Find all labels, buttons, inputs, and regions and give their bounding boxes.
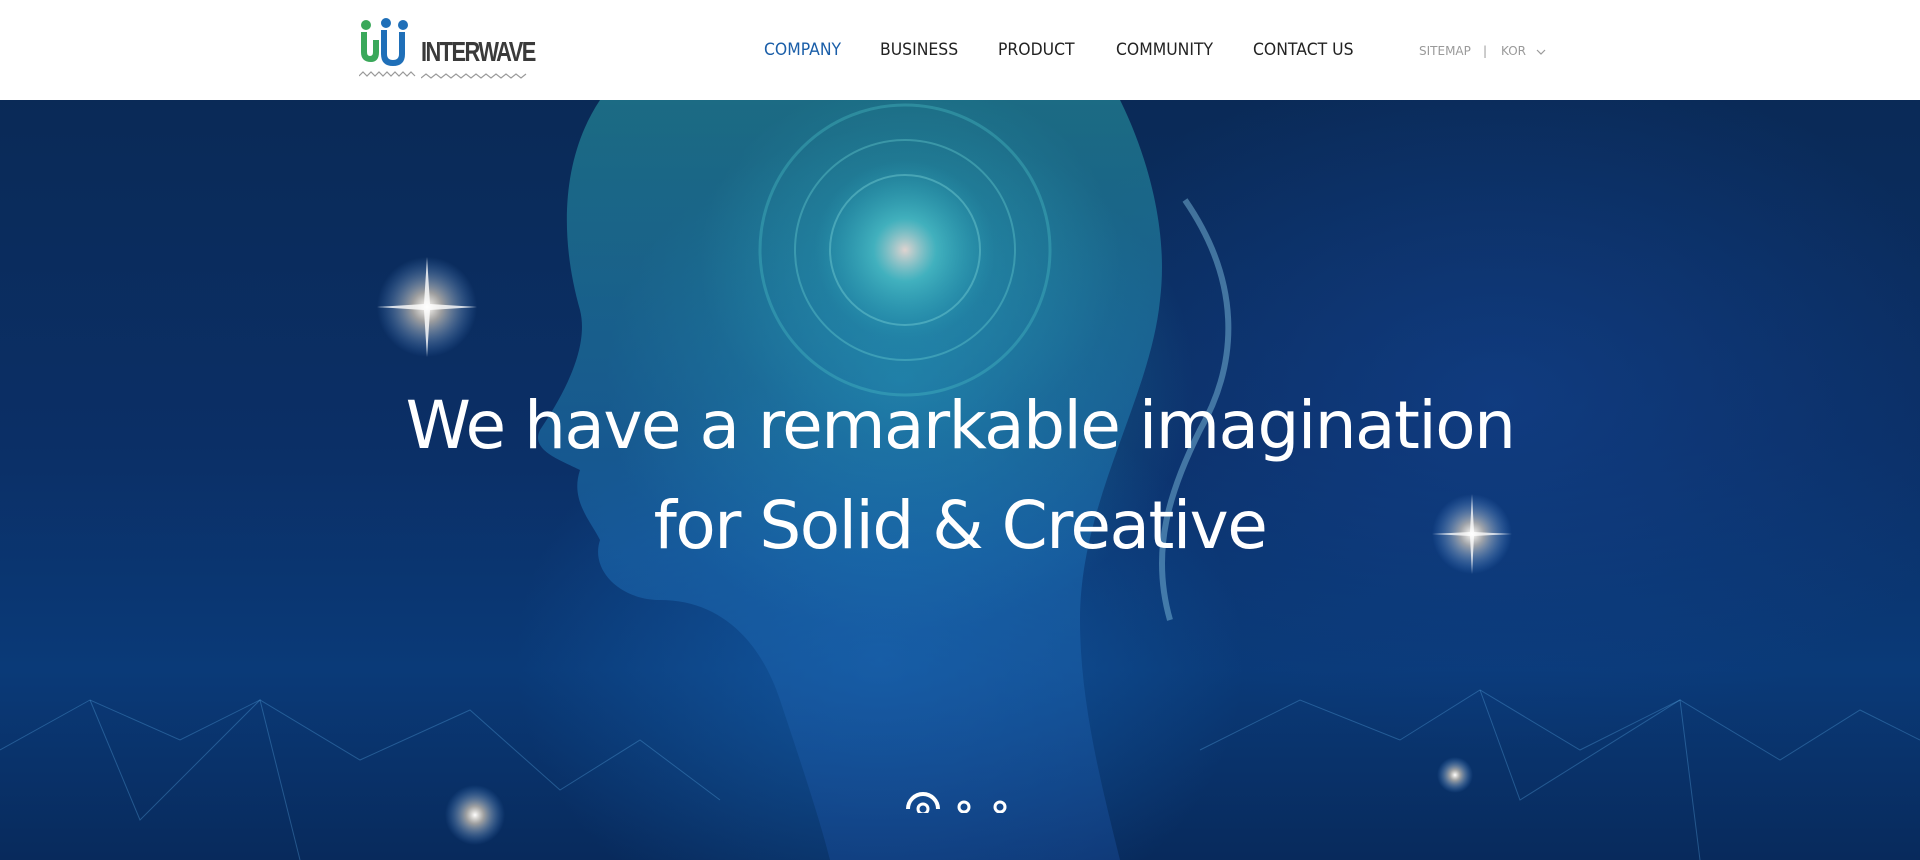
- hero-background-art: [0, 100, 1920, 860]
- slider-dot-active[interactable]: [905, 783, 941, 813]
- slider-indicators: [905, 783, 1015, 813]
- nav-item-business[interactable]: BUSINESS: [880, 40, 958, 60]
- hero-headline-line1: We have a remarkable imagination: [405, 387, 1516, 464]
- nav-item-product[interactable]: PRODUCT: [998, 40, 1075, 60]
- utility-divider: |: [1483, 44, 1488, 58]
- hero-banner: We have a remarkable imagination for Sol…: [0, 100, 1920, 860]
- language-select[interactable]: KOR: [1501, 44, 1546, 58]
- nav-item-community[interactable]: COMMUNITY: [1116, 40, 1213, 60]
- language-label: KOR: [1501, 44, 1526, 58]
- logo-text: INTERWAVE: [421, 36, 536, 67]
- logo-wave-icon: [421, 73, 527, 79]
- hero-headline-line2: for Solid & Creative: [653, 487, 1268, 564]
- logo[interactable]: INTERWAVE: [359, 18, 536, 82]
- slider-dot-3[interactable]: [993, 783, 1007, 813]
- slider-dot-2[interactable]: [957, 783, 971, 813]
- logo-mark-icon: [359, 18, 416, 77]
- nav-item-contact-us[interactable]: CONTACT US: [1253, 40, 1354, 60]
- site-header: INTERWAVE COMPANY BUSINESS PRODUCT COMMU…: [0, 0, 1920, 100]
- chevron-down-icon: [1536, 49, 1546, 55]
- nav-item-company[interactable]: COMPANY: [764, 40, 841, 60]
- sitemap-link[interactable]: SITEMAP: [1419, 44, 1471, 58]
